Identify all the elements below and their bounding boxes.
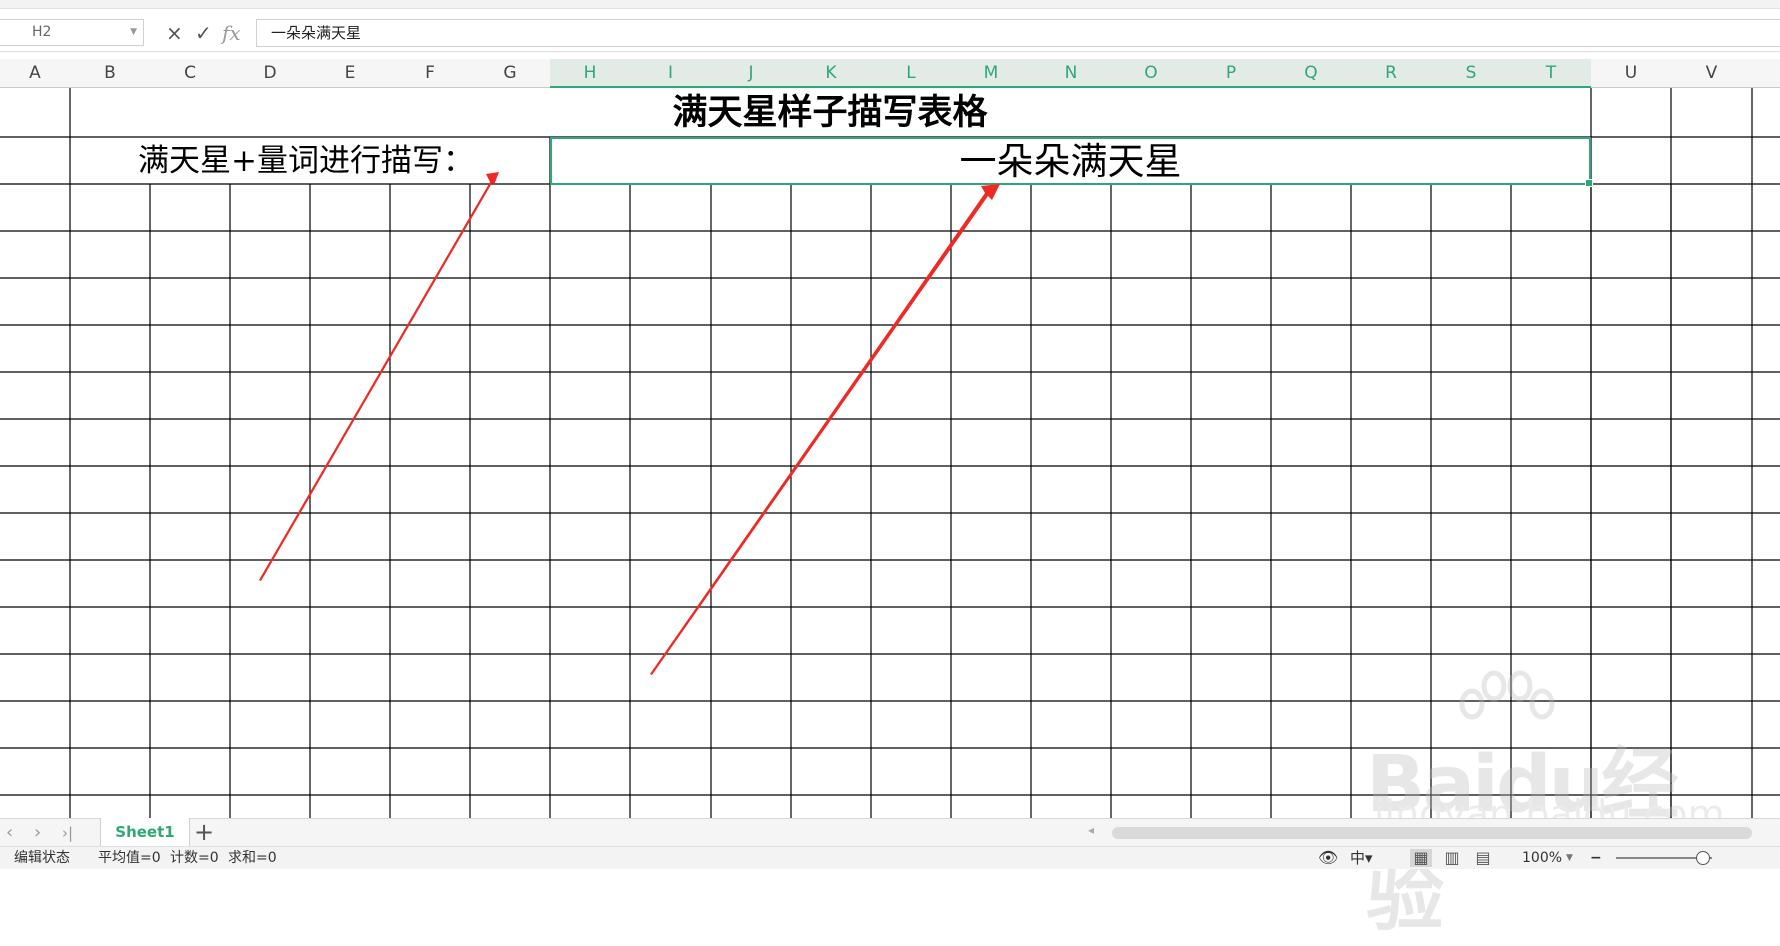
column-header-a[interactable]: A	[0, 59, 70, 87]
scrollbar-thumb[interactable]	[1112, 827, 1752, 839]
column-header-s[interactable]: S	[1431, 59, 1511, 88]
page-break-view-icon[interactable]: ▤	[1472, 849, 1494, 867]
title-cell[interactable]: 满天星样子描写表格	[550, 88, 1110, 137]
column-header-i[interactable]: I	[630, 59, 711, 88]
average-status: 平均值=0	[98, 850, 161, 866]
tab-sheet1[interactable]: Sheet1	[100, 818, 190, 847]
normal-view-icon[interactable]: ▦	[1410, 849, 1432, 867]
zoom-dropdown-icon[interactable]: ▼	[1566, 847, 1573, 869]
column-header-u[interactable]: U	[1591, 59, 1671, 87]
window-top-strip	[0, 0, 1780, 9]
value-cell[interactable]: 一朵朵满天星	[551, 138, 1590, 185]
cell-reference: H2	[32, 24, 52, 40]
last-sheet-icon[interactable]: ›|	[62, 819, 73, 847]
column-header-t[interactable]: T	[1511, 59, 1591, 88]
sum-status: 求和=0	[228, 850, 277, 866]
prev-sheet-icon[interactable]: ‹	[6, 819, 13, 847]
column-header-d[interactable]: D	[230, 59, 310, 87]
chevron-down-icon[interactable]: ▼	[98, 20, 137, 45]
column-header-v[interactable]: V	[1671, 59, 1752, 87]
status-bar: 编辑状态 平均值=0 计数=0 求和=0 👁 中▾ ▦ ▥ ▤ 100% ▼ −	[0, 846, 1780, 869]
column-header-e[interactable]: E	[310, 59, 390, 87]
column-header-c[interactable]: C	[150, 59, 230, 87]
column-header-l[interactable]: L	[871, 59, 951, 88]
zoom-level[interactable]: 100%	[1522, 847, 1562, 869]
edit-mode-status: 编辑状态	[14, 850, 70, 866]
label-cell[interactable]: 满天星+量词进行描写：	[138, 138, 478, 185]
column-header-o[interactable]: O	[1111, 59, 1191, 88]
input-method-icon[interactable]: 中▾	[1350, 847, 1373, 869]
zoom-out-button[interactable]: −	[1590, 847, 1602, 869]
column-header-n[interactable]: N	[1031, 59, 1111, 88]
horizontal-scrollbar[interactable]: ◂	[1088, 823, 1778, 841]
function-icon[interactable]: fx	[222, 23, 241, 43]
zoom-slider-knob[interactable]	[1696, 851, 1710, 865]
column-header-g[interactable]: G	[470, 59, 550, 87]
cancel-icon[interactable]: ×	[166, 23, 183, 43]
formula-input[interactable]: 一朵朵满天星	[256, 19, 1780, 47]
sheet-grid[interactable]	[0, 88, 1780, 818]
sheet-tab-bar: ‹ › ›| Sheet1 + ◂	[0, 818, 1780, 847]
column-header-j[interactable]: J	[711, 59, 791, 88]
column-header-m[interactable]: M	[951, 59, 1031, 88]
column-header-b[interactable]: B	[70, 59, 150, 87]
name-box[interactable]: H2 ▼	[0, 19, 144, 46]
column-header-f[interactable]: F	[390, 59, 470, 87]
scroll-left-icon[interactable]: ◂	[1088, 823, 1094, 837]
next-sheet-icon[interactable]: ›	[34, 819, 41, 847]
column-header-k[interactable]: K	[791, 59, 871, 88]
column-header-q[interactable]: Q	[1271, 59, 1351, 88]
zoom-slider[interactable]	[1616, 851, 1712, 865]
add-sheet-button[interactable]: +	[194, 819, 214, 847]
count-status: 计数=0	[170, 850, 219, 866]
page-layout-view-icon[interactable]: ▥	[1441, 849, 1463, 867]
formula-bar: H2 ▼ × ✓ fx 一朵朵满天星	[0, 9, 1780, 52]
column-header-h[interactable]: H	[550, 59, 630, 88]
column-header-r[interactable]: R	[1351, 59, 1431, 88]
cell-gridlines	[0, 88, 1780, 818]
column-header-p[interactable]: P	[1191, 59, 1271, 88]
eye-protection-icon[interactable]: 👁	[1318, 847, 1338, 869]
column-header-row: ABCDEFGHIJKLMNOPQRSTUV	[0, 59, 1780, 88]
confirm-icon[interactable]: ✓	[195, 23, 212, 43]
